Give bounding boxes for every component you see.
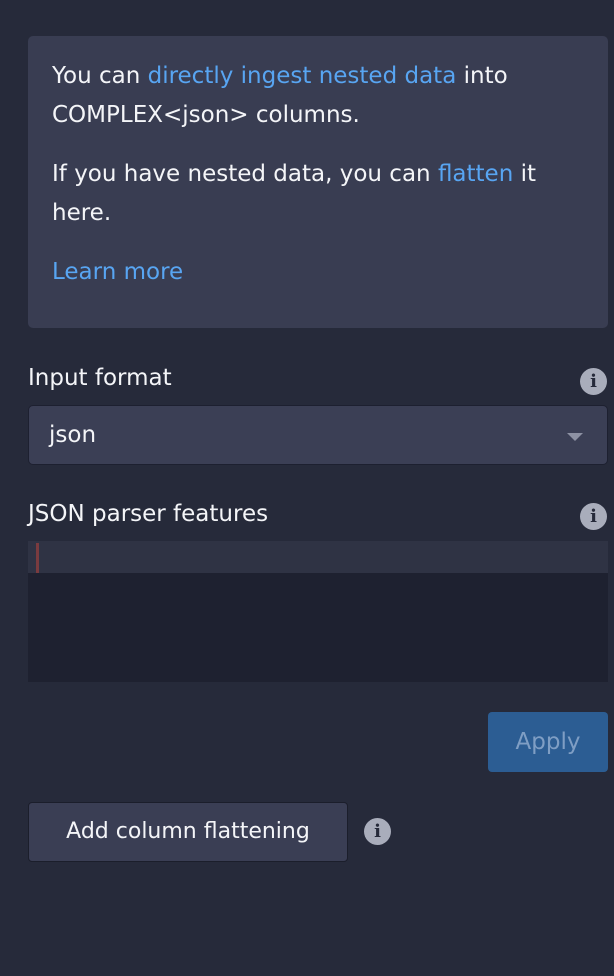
editor-active-line [28, 541, 608, 573]
json-parser-features-editor[interactable] [28, 541, 608, 682]
callout-paragraph-flatten: If you have nested data, you can flatten… [52, 155, 584, 233]
directly-ingest-nested-data-link[interactable]: directly ingest nested data [148, 63, 457, 89]
json-parser-features-label: JSON parser features [28, 501, 269, 527]
callout-text: You can [52, 63, 148, 89]
flatten-link[interactable]: flatten [438, 161, 513, 187]
info-icon[interactable]: i [364, 818, 391, 845]
add-column-flattening-button[interactable]: Add column flattening [28, 802, 348, 862]
callout-text: If you have nested data, you can [52, 161, 438, 187]
editor-cursor [36, 543, 39, 573]
apply-button[interactable]: Apply [488, 712, 608, 772]
nested-data-callout: You can directly ingest nested data into… [28, 36, 608, 328]
callout-paragraph-ingest: You can directly ingest nested data into… [52, 57, 584, 135]
caret-down-icon [567, 433, 583, 441]
input-format-value: json [49, 422, 97, 448]
callout-paragraph-learn-more: Learn more [52, 253, 584, 292]
info-icon[interactable]: i [580, 503, 607, 530]
info-icon[interactable]: i [580, 368, 607, 395]
ingestion-panel: You can directly ingest nested data into… [0, 0, 614, 976]
learn-more-link[interactable]: Learn more [52, 259, 183, 285]
input-format-select[interactable]: json [28, 405, 608, 465]
input-format-label: Input format [28, 365, 172, 391]
